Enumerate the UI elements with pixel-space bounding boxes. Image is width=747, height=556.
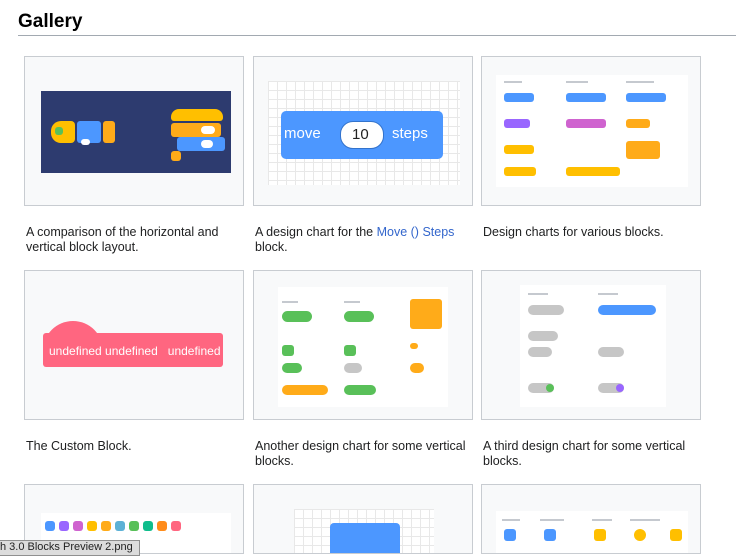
move-steps-design-chart-image: move 10 steps bbox=[268, 81, 460, 185]
caption-2-suffix: block. bbox=[255, 240, 288, 254]
gallery-item-2[interactable]: move 10 steps bbox=[253, 56, 473, 206]
gallery-item-5[interactable] bbox=[253, 270, 473, 420]
gallery-item-1[interactable] bbox=[24, 56, 244, 206]
gallery-item-6[interactable] bbox=[481, 270, 701, 420]
move-block-value: 10 bbox=[352, 126, 369, 143]
block-layout-comparison-image bbox=[41, 91, 231, 173]
status-bar: h 3.0 Blocks Preview 2.png bbox=[0, 540, 140, 556]
gallery-item-8[interactable] bbox=[253, 484, 473, 554]
gallery-caption-6: A third design chart for some vertical b… bbox=[483, 439, 686, 468]
gallery-caption-2: A design chart for the Move () Steps blo… bbox=[255, 225, 475, 255]
various-blocks-design-chart-image bbox=[496, 75, 688, 187]
vertical-blocks-design-chart-image bbox=[278, 287, 448, 407]
page-title: Gallery bbox=[18, 11, 83, 32]
gallery-item-9[interactable] bbox=[481, 484, 701, 554]
move-block-word1: move bbox=[284, 125, 321, 142]
move-block-word2: steps bbox=[392, 125, 428, 142]
third-design-chart-image bbox=[520, 285, 666, 407]
gallery-caption-4: The Custom Block. bbox=[26, 439, 132, 453]
gallery-caption-5: Another design chart for some vertical b… bbox=[255, 439, 466, 468]
gallery-item-3[interactable] bbox=[481, 56, 701, 206]
gallery-item-4[interactable]: undefined undefined undefined bbox=[24, 270, 244, 420]
title-divider bbox=[18, 35, 736, 36]
gallery-caption-1: A comparison of the horizontal and verti… bbox=[26, 225, 219, 254]
block-icon-chart-image bbox=[294, 509, 434, 553]
gallery-caption-3: Design charts for various blocks. bbox=[483, 225, 664, 239]
move-steps-link[interactable]: Move () Steps bbox=[377, 225, 455, 239]
custom-block-text: undefined undefined undefined bbox=[49, 344, 221, 358]
caption-2-prefix: A design chart for the bbox=[255, 225, 377, 239]
